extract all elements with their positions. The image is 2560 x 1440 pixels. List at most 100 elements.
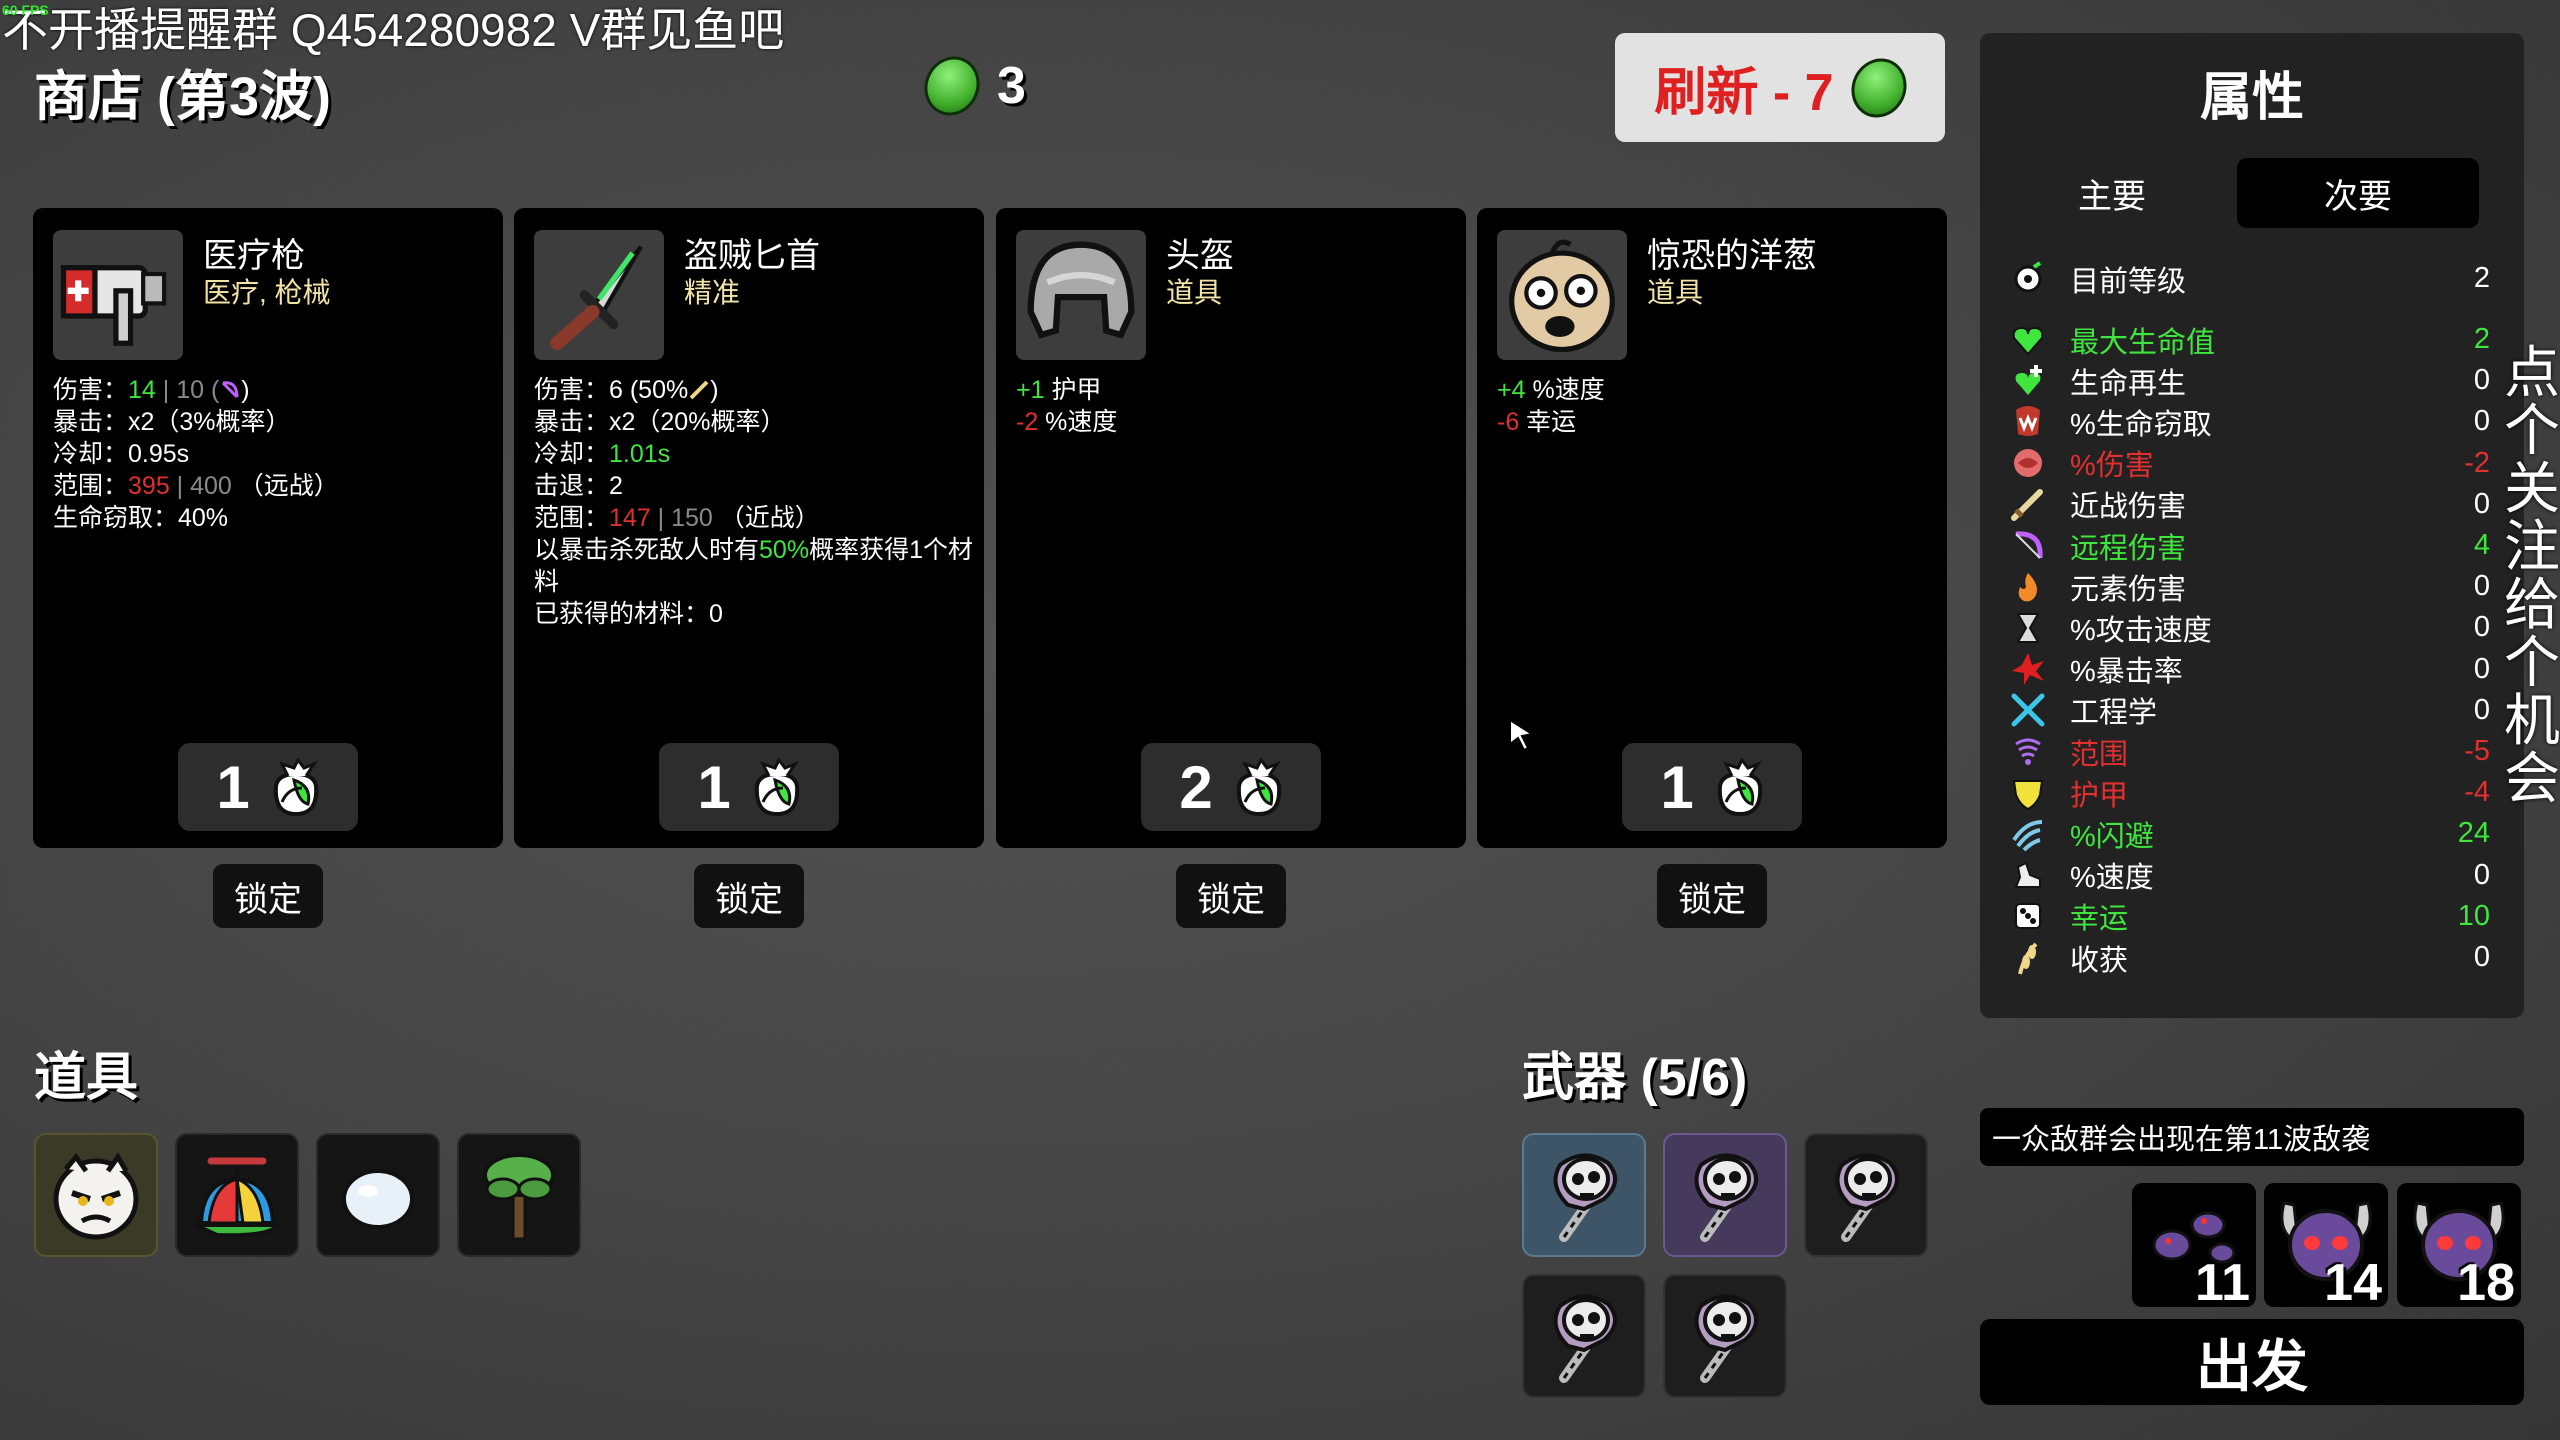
item-slot[interactable] <box>316 1133 440 1257</box>
item-slot[interactable] <box>457 1133 581 1257</box>
luck-icon <box>2010 898 2046 934</box>
stat-label: 远程伤害 <box>2070 532 2187 565</box>
stat-value: 2 <box>2473 323 2490 355</box>
stat-value: 0 <box>2473 693 2490 726</box>
stat-line: 已获得的材料：0 <box>534 600 723 628</box>
shop-item-name: 盗贼匕首 <box>684 237 820 275</box>
lock-button[interactable]: 锁定 <box>694 864 804 928</box>
stat-row[interactable]: 生命再生 0 <box>2010 360 2490 401</box>
buy-button[interactable]: 2 <box>1141 743 1321 831</box>
lock-button[interactable]: 锁定 <box>1176 864 1286 928</box>
wave-notice: 一众敌群会出现在第11波敌袭 <box>1980 1108 2524 1166</box>
item-slot[interactable] <box>175 1133 299 1257</box>
stat-value: 0 <box>2473 487 2490 520</box>
lifesteal-icon <box>2010 404 2046 440</box>
shop-item-stats: 伤害：6 (50%) 暴击：x2（20%概率） 冷却：1.01s 击退：2 范围：147… <box>534 374 974 630</box>
reroll-button[interactable]: 刷新 - 7 <box>1615 33 1945 142</box>
stat-row[interactable]: 幸运 10 <box>2010 896 2490 937</box>
character-face-icon <box>53 1152 139 1240</box>
buy-button[interactable]: 1 <box>659 743 839 831</box>
stat-row[interactable]: 收获 0 <box>2010 937 2490 978</box>
stat-row[interactable]: 范围 -5 <box>2010 731 2490 772</box>
tab-secondary[interactable]: 次要 <box>2237 158 2479 228</box>
tab-primary[interactable]: 主要 <box>1996 158 2228 228</box>
stream-overlay-text: 不开播提醒群 Q454280982 V群见鱼吧 <box>2 4 785 56</box>
stat-row[interactable]: %生命窃取 0 <box>2010 401 2490 442</box>
stat-row[interactable]: 元素伤害 0 <box>2010 566 2490 607</box>
stat-label: 收获 <box>2070 944 2129 977</box>
shop-item-image <box>53 230 183 360</box>
shop-title: 商店 (第3波) <box>34 67 331 127</box>
weapons-section-title: 武器 (5/6) <box>1522 1049 1748 1107</box>
propeller-hat-icon <box>194 1157 284 1238</box>
helmet-icon <box>1027 241 1135 339</box>
stat-label: %攻击速度 <box>2070 614 2212 647</box>
shop-item-stats: +1 护甲 -2 %速度 <box>1016 374 1456 438</box>
tree-icon <box>483 1153 555 1241</box>
skull-wand-icon <box>1835 1153 1899 1242</box>
stat-line: 范围：395 | 400 （远战） <box>53 472 339 500</box>
stat-row[interactable]: %暴击率 0 <box>2010 649 2490 690</box>
shop-card[interactable]: 惊恐的洋葱 道具 +4 %速度 -6 幸运 1 <box>1477 208 1947 848</box>
shop-item-stats: 伤害：14 | 10 () 暴击：x2（3%概率） 冷却：0.95s 范围：395 |… <box>53 374 493 534</box>
armor-icon <box>2010 775 2046 811</box>
item-slot[interactable] <box>34 1133 158 1257</box>
stat-value: 0 <box>2473 570 2490 603</box>
weapon-slot[interactable] <box>1663 1274 1787 1398</box>
enemy-wave-number: 18 <box>2457 1254 2515 1307</box>
dagger-icon <box>550 245 643 351</box>
weapon-slot[interactable] <box>1522 1274 1646 1398</box>
stat-line: -2 %速度 <box>1016 408 1118 436</box>
enemy-wave-preview: 11 <box>2132 1183 2256 1307</box>
shop-item-image <box>1497 230 1627 360</box>
stat-value: 0 <box>2473 941 2490 973</box>
stat-row[interactable]: %闪避 24 <box>2010 813 2490 854</box>
shop-card[interactable]: 头盔 道具 +1 护甲 -2 %速度 2 <box>996 208 1466 848</box>
material-bag-icon <box>754 757 799 817</box>
level-icon <box>2010 260 2046 297</box>
stat-value: 0 <box>2473 364 2490 397</box>
skull-wand-icon <box>1694 1153 1758 1242</box>
material-bag-icon <box>273 757 318 817</box>
stat-value: 0 <box>2473 858 2490 891</box>
stat-line: 范围：147 | 150 （近战） <box>534 504 820 532</box>
stat-row[interactable]: %攻击速度 0 <box>2010 607 2490 648</box>
stat-label: %暴击率 <box>2070 656 2183 689</box>
weapon-slot[interactable] <box>1663 1133 1787 1257</box>
enemy-wave-number: 14 <box>2324 1254 2382 1307</box>
stat-value: 2 <box>2473 262 2490 294</box>
weapon-slot[interactable] <box>1522 1133 1646 1257</box>
stat-row[interactable]: 远程伤害 4 <box>2010 525 2490 566</box>
lock-button[interactable]: 锁定 <box>1657 864 1767 928</box>
lock-button[interactable]: 锁定 <box>213 864 323 928</box>
go-button[interactable]: 出发 <box>1980 1319 2524 1405</box>
weapon-slot[interactable] <box>1804 1133 1928 1257</box>
melee-icon <box>689 380 709 400</box>
shop-card[interactable]: 盗贼匕首 精准 伤害：6 (50%) 暴击：x2（20%概率） 冷却：1.01s 击退… <box>514 208 984 848</box>
buy-button[interactable]: 1 <box>178 743 358 831</box>
stat-row[interactable]: 近战伤害 0 <box>2010 484 2490 525</box>
stat-label: %速度 <box>2070 862 2154 895</box>
stat-row[interactable]: 工程学 0 <box>2010 690 2490 731</box>
stat-row[interactable]: 最大生命值 2 <box>2010 319 2490 360</box>
stat-value: -4 <box>2464 776 2490 809</box>
shop-card[interactable]: 医疗枪 医疗, 枪械 伤害：14 | 10 () 暴击：x2（3%概率） 冷却：0.… <box>33 208 503 848</box>
buy-button[interactable]: 1 <box>1622 743 1802 831</box>
stat-row[interactable]: 护甲 -4 <box>2010 772 2490 813</box>
stat-label: 护甲 <box>2070 779 2129 812</box>
stat-line: 以暴击杀死敌人时有50%概率获得1个材料 <box>534 536 973 596</box>
medical-gun-icon <box>60 265 167 346</box>
stats-panel: 属性 主要 次要 目前等级 2 最大生命值 2 生命再生 0 %生命窃取 0 %伤害 -2 近战伤害… <box>1980 33 2524 1018</box>
stat-value: -5 <box>2464 735 2490 767</box>
items-list <box>34 1133 581 1257</box>
stat-row[interactable]: %速度 0 <box>2010 855 2490 896</box>
stat-line: 冷却：1.01s <box>534 440 671 468</box>
stat-line: +1 护甲 <box>1016 376 1102 404</box>
stat-row[interactable]: %伤害 -2 <box>2010 443 2490 484</box>
ranged-icon <box>2010 528 2046 564</box>
stat-row[interactable]: 目前等级 2 <box>2010 258 2490 299</box>
stat-value: 10 <box>2457 899 2490 932</box>
materials-counter: 3 <box>914 47 1026 125</box>
materials-count: 3 <box>997 57 1026 115</box>
skull-wand-icon <box>1694 1294 1758 1383</box>
